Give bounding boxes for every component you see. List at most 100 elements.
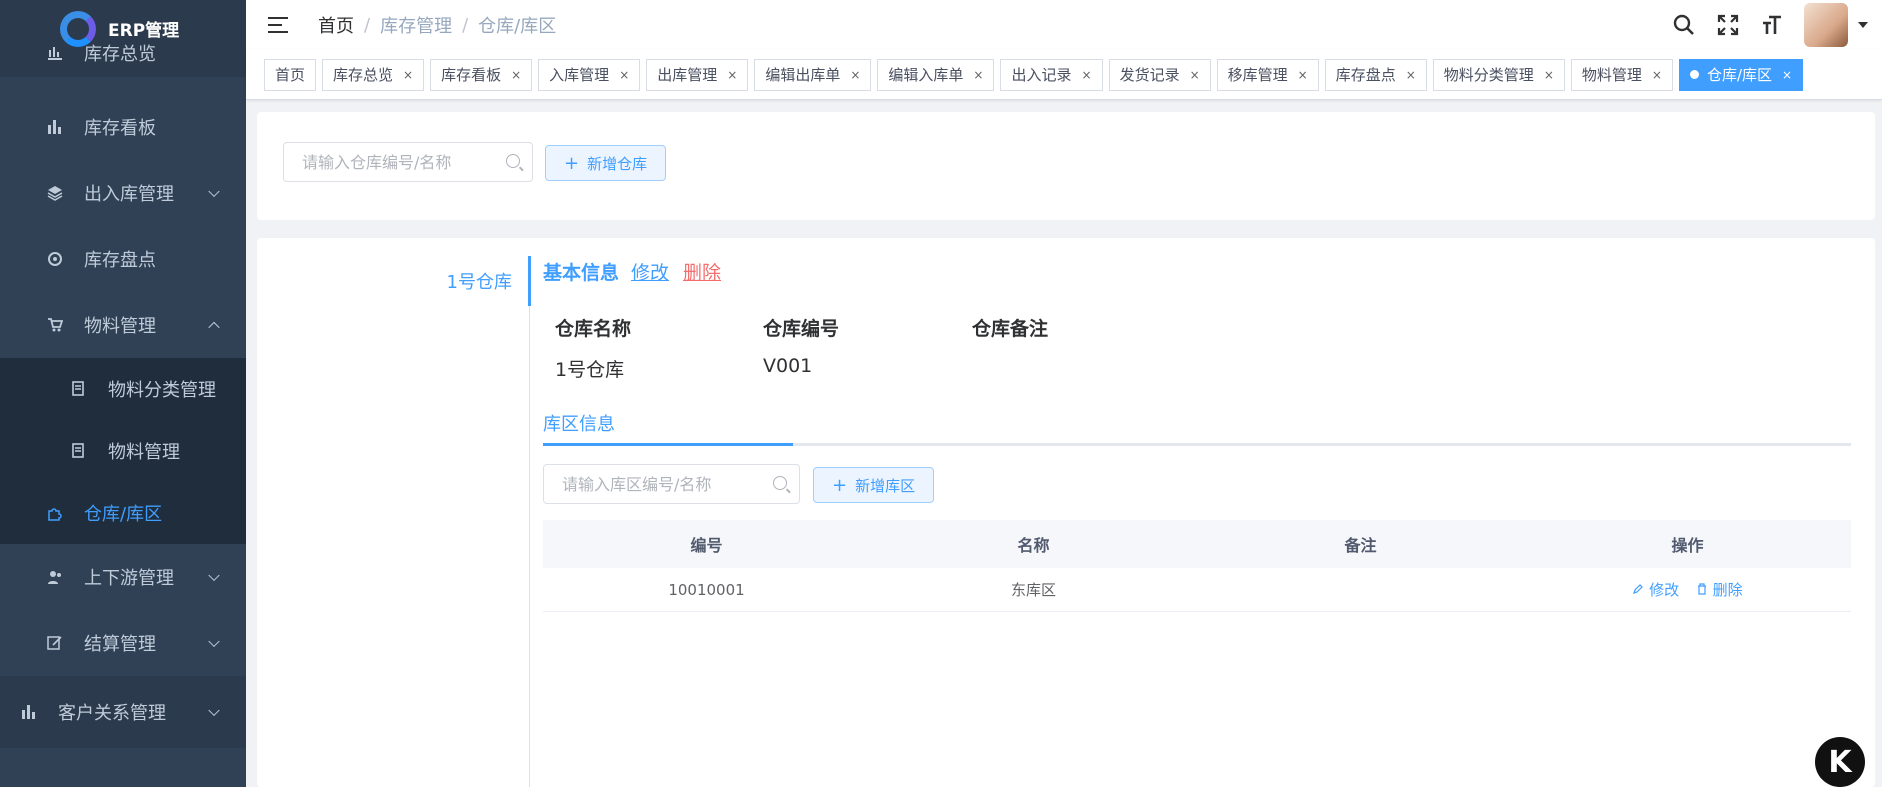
tag-item[interactable]: 出库管理 ×: [646, 58, 749, 91]
tag-active-warehouse[interactable]: 仓库/库区 ×: [1678, 58, 1804, 91]
sidebar-item-upstream-downstream[interactable]: 上下游管理: [0, 544, 246, 610]
cell-name: 东库区: [1010, 581, 1056, 599]
detail-header: 基本信息 修改 删除: [543, 258, 721, 285]
warehouse-content-card: 1号仓库 基本信息 修改 删除 仓库名称 1号仓库 仓库编号 V001 仓库备注: [257, 238, 1875, 787]
sidebar-item-label: 库存总览: [84, 44, 156, 65]
delete-zone-button[interactable]: 删除: [1696, 581, 1743, 599]
search-icon[interactable]: [506, 154, 520, 168]
close-icon[interactable]: ×: [1406, 68, 1416, 82]
sidebar-item-material-management[interactable]: 物料管理: [0, 292, 246, 358]
close-icon[interactable]: ×: [1544, 68, 1554, 82]
warehouse-search-input[interactable]: [284, 143, 484, 181]
chevron-down-icon: [208, 569, 220, 582]
layers-icon: [46, 184, 64, 202]
zone-search-box: [543, 464, 800, 504]
sidebar-item-label: 库存盘点: [84, 250, 156, 271]
tag-label: 编辑出库单: [765, 66, 841, 84]
search-icon[interactable]: [1672, 13, 1696, 37]
tag-item[interactable]: 物料分类管理 ×: [1432, 58, 1565, 91]
sidebar-item-label: 物料分类管理: [108, 380, 216, 401]
tag-label: 首页: [275, 66, 306, 84]
menu-toggle-icon[interactable]: [268, 17, 288, 33]
search-icon[interactable]: [773, 476, 787, 490]
cell-code: 10010001: [668, 580, 745, 599]
add-warehouse-label: 新增仓库: [587, 154, 648, 173]
sidebar-item-inout-management[interactable]: 出入库管理: [0, 160, 246, 226]
table-header: 编号 名称 备注 操作: [543, 520, 1851, 568]
tag-item[interactable]: 移库管理 ×: [1216, 58, 1319, 91]
add-zone-label: 新增库区: [855, 476, 916, 495]
zone-search-input[interactable]: [544, 465, 744, 503]
field-value: V001: [763, 355, 813, 377]
tag-item[interactable]: 编辑出库单 ×: [754, 58, 872, 91]
field-label: 仓库编号: [763, 318, 840, 340]
chart-icon: [46, 44, 64, 62]
add-warehouse-button[interactable]: + 新增仓库: [545, 145, 667, 181]
close-icon[interactable]: ×: [1782, 68, 1792, 82]
close-icon[interactable]: ×: [1298, 68, 1308, 82]
tag-item[interactable]: 库存总览 ×: [322, 58, 425, 91]
close-icon[interactable]: ×: [619, 68, 629, 82]
active-dot: [1689, 70, 1699, 79]
edit-zone-button[interactable]: 修改: [1632, 581, 1684, 599]
sidebar-item-material[interactable]: 物料管理: [0, 420, 246, 482]
sidebar-item-label: 物料管理: [108, 442, 180, 463]
edit-label: 修改: [1649, 581, 1680, 599]
sidebar-item-stocktaking[interactable]: 库存盘点: [0, 226, 246, 292]
edit-icon: [1633, 584, 1644, 594]
table-row: 10010001 东库区 修改 删除: [543, 568, 1851, 612]
breadcrumb-home[interactable]: 首页: [318, 12, 354, 38]
close-icon[interactable]: ×: [850, 68, 860, 82]
tag-item[interactable]: 库存看板 ×: [430, 58, 533, 91]
close-icon[interactable]: ×: [727, 68, 737, 82]
breadcrumb-inventory: 库存管理: [380, 16, 453, 37]
sidebar-item-crm[interactable]: 客户关系管理: [0, 676, 246, 748]
tag-item[interactable]: 入库管理 ×: [538, 58, 641, 91]
close-icon[interactable]: ×: [403, 68, 413, 82]
tag-item[interactable]: 库存盘点 ×: [1324, 58, 1427, 91]
close-icon[interactable]: ×: [973, 68, 983, 82]
active-indicator: [528, 256, 531, 306]
sidebar-item-label: 出入库管理: [84, 184, 174, 205]
delete-warehouse-link[interactable]: 删除: [683, 258, 721, 285]
tag-item[interactable]: 发货记录 ×: [1108, 58, 1211, 91]
close-icon[interactable]: ×: [511, 68, 521, 82]
edit-warehouse-link[interactable]: 修改: [631, 258, 669, 285]
tag-item[interactable]: 编辑入库单 ×: [877, 58, 995, 91]
plus-icon: +: [832, 474, 848, 496]
floating-badge[interactable]: K: [1815, 737, 1865, 787]
tag-home[interactable]: 首页: [264, 58, 317, 91]
warehouse-list: 1号仓库: [257, 238, 530, 787]
close-icon[interactable]: ×: [1082, 68, 1092, 82]
tag-item[interactable]: 物料管理 ×: [1570, 58, 1673, 91]
font-size-icon[interactable]: [1760, 13, 1784, 37]
cart-icon: [46, 316, 64, 334]
sidebar-item-settlement[interactable]: 结算管理: [0, 610, 246, 676]
document-icon: [70, 380, 88, 398]
tag-label: 物料分类管理: [1443, 66, 1534, 84]
edit-icon: [46, 634, 64, 652]
field-label: 仓库备注: [972, 318, 1049, 340]
top-header: 首页 / 库存管理 / 仓库/库区: [246, 0, 1882, 50]
sidebar-item-label: 物料管理: [84, 316, 156, 337]
warehouse-list-item[interactable]: 1号仓库: [447, 268, 512, 294]
sidebar-item-inventory-overview[interactable]: 库存总览: [0, 38, 246, 68]
breadcrumb-current: 仓库/库区: [478, 16, 557, 37]
sidebar-item-warehouse[interactable]: 仓库/库区: [0, 482, 246, 544]
close-icon[interactable]: ×: [1652, 68, 1662, 82]
sidebar-item-inventory-board[interactable]: 库存看板: [0, 94, 246, 160]
tag-label: 仓库/库区: [1706, 66, 1773, 84]
user-avatar[interactable]: [1804, 3, 1848, 47]
trash-icon: [1697, 583, 1706, 595]
column-header: 操作: [1671, 536, 1704, 555]
fullscreen-icon[interactable]: [1716, 13, 1740, 37]
sidebar-item-material-category[interactable]: 物料分类管理: [0, 358, 246, 420]
chevron-up-icon: [208, 321, 220, 334]
chevron-down-icon: [208, 635, 220, 648]
tags-view: 首页 库存总览 × 库存看板 × 入库管理 × 出库管理 × 编辑出库单 × 编辑入库单 ×…: [246, 50, 1882, 100]
tag-item[interactable]: 出入记录 ×: [1000, 58, 1103, 91]
close-icon[interactable]: ×: [1190, 68, 1200, 82]
caret-down-icon[interactable]: [1858, 22, 1868, 28]
add-zone-button[interactable]: + 新增库区: [813, 467, 935, 503]
tab-zone-info[interactable]: 库区信息: [543, 410, 615, 436]
